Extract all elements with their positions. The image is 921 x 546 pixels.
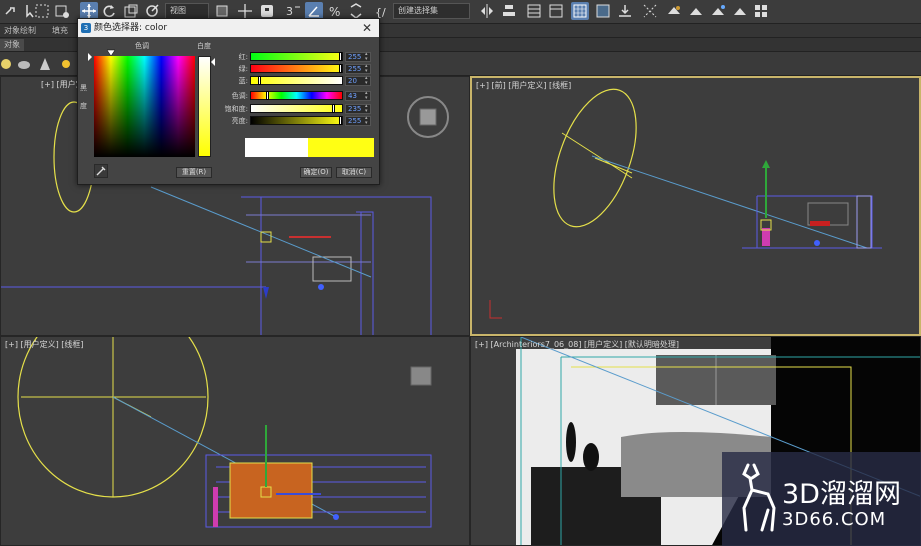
vase-tall xyxy=(566,422,576,462)
link-icon[interactable] xyxy=(2,2,20,20)
dialog-titlebar[interactable]: 3 颜色选择器: color xyxy=(78,19,379,37)
app-window: 视图 3 % {/ 创建选择集 对象绘制 填充 对象 [+] [用户定义] [+… xyxy=(0,0,921,546)
blackness-label-2: 度 xyxy=(80,102,87,110)
selected-light-gizmo[interactable] xyxy=(260,231,272,243)
slider-thumb[interactable] xyxy=(339,64,342,73)
cancel-button[interactable]: 取消(C) xyxy=(336,167,372,178)
slider-label: 红: xyxy=(238,53,248,61)
watermark-logo: 3D溜溜网 3D66.COM xyxy=(722,452,921,546)
dialog-title: 颜色选择器: color xyxy=(94,23,168,33)
svg-text:%: % xyxy=(329,5,340,19)
mirror-icon[interactable] xyxy=(478,2,496,20)
camera-target xyxy=(814,240,820,246)
original-color-swatch xyxy=(245,138,308,157)
viewcube-icon[interactable] xyxy=(407,96,449,138)
color-slider-track[interactable] xyxy=(250,64,343,73)
reset-button[interactable]: 重置(R) xyxy=(176,167,212,178)
render-iterative-icon[interactable] xyxy=(709,2,727,20)
material-editor-icon[interactable] xyxy=(616,2,634,20)
color-slider-track[interactable] xyxy=(250,116,343,125)
viewport-label[interactable]: [+] [用户定义] [线框] xyxy=(5,339,84,350)
toggle-ribbon-icon[interactable] xyxy=(547,2,565,20)
tab-populate[interactable]: 填充 xyxy=(48,25,72,37)
sphere-icon[interactable] xyxy=(1,59,11,69)
value-spinner[interactable]: 255 xyxy=(345,52,371,62)
blackness-marker[interactable] xyxy=(88,53,92,61)
region-select-icon[interactable] xyxy=(33,2,51,20)
slider-thumb[interactable] xyxy=(266,91,269,100)
viewcube-icon[interactable] xyxy=(410,366,432,386)
hue-blackness-picker[interactable] xyxy=(94,56,195,157)
viewport-front[interactable]: [+] [前] [用户定义] [线框] xyxy=(470,76,921,336)
curve-editor-icon[interactable] xyxy=(571,2,589,20)
slider-label: 绿: xyxy=(238,65,248,73)
sun-icon[interactable] xyxy=(62,60,70,68)
vase xyxy=(583,443,599,471)
window-crossing-icon[interactable] xyxy=(53,2,71,20)
tab-object-paint[interactable]: 对象绘制 xyxy=(0,25,40,37)
slider-thumb[interactable] xyxy=(332,104,335,113)
watermark-url: 3D66.COM xyxy=(782,509,887,530)
viewport-label[interactable]: [+] [Archinteriors7_06_08] [用户定义] [默认明暗处… xyxy=(475,339,679,350)
slider-label: 亮度: xyxy=(231,117,248,125)
value-spinner[interactable]: 255 xyxy=(345,64,371,74)
slider-thumb[interactable] xyxy=(339,116,342,125)
camera-target xyxy=(318,284,324,290)
color-slider-track[interactable] xyxy=(250,52,343,61)
wall-wireframe xyxy=(246,214,371,263)
reference-coord-dropdown[interactable]: 视图 xyxy=(165,3,209,19)
svg-text:3: 3 xyxy=(286,5,293,18)
render-production-icon[interactable] xyxy=(687,2,705,20)
color-selector-dialog: 3 颜色选择器: color ✕ 色调 白度 黑 度 重置(R) 红:255绿:… xyxy=(77,18,380,185)
value-spinner[interactable]: 20 xyxy=(345,76,371,86)
layer-explorer-icon[interactable] xyxy=(525,2,543,20)
tab-objects[interactable]: 对象 xyxy=(0,39,24,51)
eyedropper-icon[interactable] xyxy=(94,164,108,178)
whiteness-marker[interactable] xyxy=(211,58,215,66)
color-slider-track[interactable] xyxy=(250,104,343,113)
color-slider-track[interactable] xyxy=(250,91,343,100)
value-spinner[interactable]: 235 xyxy=(345,104,371,114)
color-slider-track[interactable] xyxy=(250,76,343,85)
viewport-label[interactable]: [+] [前] [用户定义] [线框] xyxy=(476,80,571,91)
value-spinner[interactable]: 255 xyxy=(345,116,371,126)
slider-label: 饱和度: xyxy=(224,105,248,113)
y-axis-arrow xyxy=(762,160,770,168)
red-object xyxy=(810,221,830,226)
target-line xyxy=(591,155,868,249)
align-icon[interactable] xyxy=(500,2,518,20)
slider-label: 蓝: xyxy=(238,77,248,85)
light-axis xyxy=(21,337,206,497)
world-axis-icon xyxy=(489,300,502,319)
current-color-swatch xyxy=(308,138,374,157)
render-setup-icon[interactable] xyxy=(641,2,659,20)
whiteness-bar[interactable] xyxy=(198,56,211,157)
app-icon: 3 xyxy=(81,23,91,33)
render-activeshade-icon[interactable] xyxy=(731,2,749,20)
named-selection-dropdown[interactable]: 创建选择集 xyxy=(393,3,470,19)
teapot-icon[interactable] xyxy=(18,61,30,69)
close-icon[interactable]: ✕ xyxy=(361,19,373,37)
viewport-left[interactable]: [+] [用户定义] [线框] xyxy=(0,336,470,546)
ok-button[interactable]: 确定(O) xyxy=(300,167,332,178)
shelf-wireframe xyxy=(856,195,872,249)
magenta-object xyxy=(213,487,218,527)
render-frame-icon[interactable] xyxy=(665,2,683,20)
room-wireframe xyxy=(241,196,432,335)
render-cloud-icon[interactable] xyxy=(752,2,770,20)
light-axis xyxy=(561,132,633,179)
cone-icon[interactable] xyxy=(40,58,50,70)
slider-label: 色调: xyxy=(231,92,248,100)
slider-thumb[interactable] xyxy=(258,76,261,85)
camera-target xyxy=(333,514,339,520)
z-axis-marker xyxy=(263,287,269,299)
watermark-brand: 3D溜溜网 xyxy=(782,479,901,510)
value-spinner[interactable]: 43 xyxy=(345,91,371,101)
schematic-view-icon[interactable] xyxy=(594,2,612,20)
selected-object xyxy=(762,228,770,246)
slider-thumb[interactable] xyxy=(339,52,342,61)
deer-logo-icon xyxy=(742,463,776,532)
